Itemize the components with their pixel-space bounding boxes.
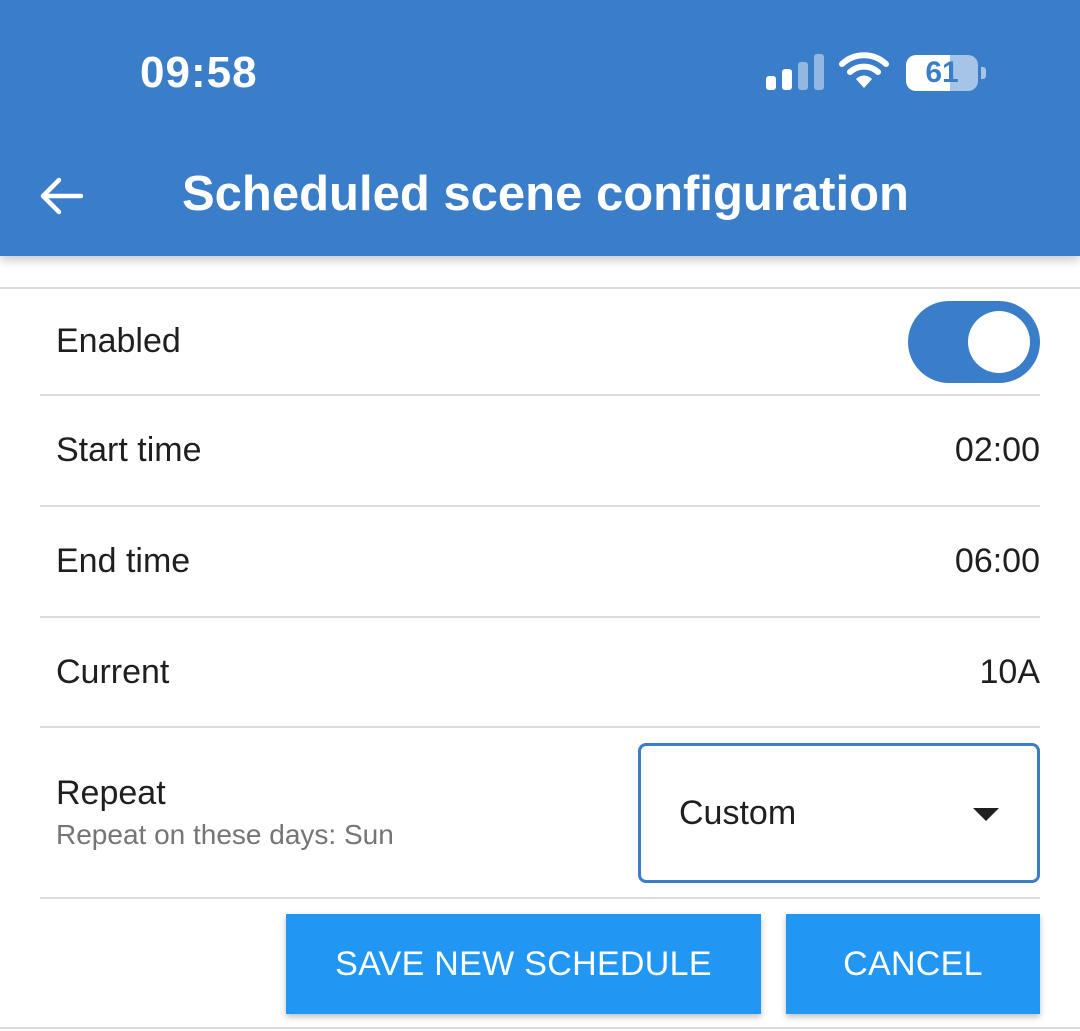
cellular-signal-icon xyxy=(766,54,824,90)
page-title: Scheduled scene configuration xyxy=(182,167,909,221)
toggle-knob xyxy=(968,310,1030,373)
end-time-row[interactable]: End time 06:00 xyxy=(40,507,1040,618)
app-bar: 09:58 61 Scheduled scene configuration xyxy=(0,0,1080,256)
repeat-description: Repeat on these days: Sun xyxy=(56,819,394,850)
current-label: Current xyxy=(56,652,170,691)
dropdown-arrow-icon xyxy=(973,807,999,821)
battery-level: 61 xyxy=(925,56,959,89)
end-time-label: End time xyxy=(56,542,191,580)
cancel-button[interactable]: CANCEL xyxy=(786,914,1040,1014)
enabled-label: Enabled xyxy=(56,322,181,360)
start-time-value[interactable]: 02:00 xyxy=(955,431,1040,470)
enabled-row: Enabled xyxy=(40,289,1040,396)
back-button[interactable] xyxy=(30,168,90,224)
repeat-label: Repeat xyxy=(56,774,166,812)
start-time-row[interactable]: Start time 02:00 xyxy=(40,396,1040,507)
enabled-toggle[interactable] xyxy=(908,300,1040,383)
battery-icon: 61 xyxy=(906,55,986,91)
current-value[interactable]: 10A xyxy=(980,653,1041,692)
save-schedule-button[interactable]: SAVE NEW SCHEDULE xyxy=(286,914,761,1014)
status-time: 09:58 xyxy=(140,48,258,97)
start-time-label: Start time xyxy=(56,431,202,469)
wifi-icon xyxy=(838,50,890,90)
divider xyxy=(0,1027,1080,1029)
repeat-row: Repeat Repeat on these days: Sun Custom xyxy=(40,728,1040,899)
end-time-value[interactable]: 06:00 xyxy=(955,542,1040,581)
current-row[interactable]: Current 10A xyxy=(40,618,1040,728)
repeat-select[interactable]: Custom xyxy=(638,742,1040,883)
repeat-select-value: Custom xyxy=(679,793,797,832)
arrow-left-icon xyxy=(40,177,83,215)
repeat-text: Repeat Repeat on these days: Sun xyxy=(40,774,394,851)
